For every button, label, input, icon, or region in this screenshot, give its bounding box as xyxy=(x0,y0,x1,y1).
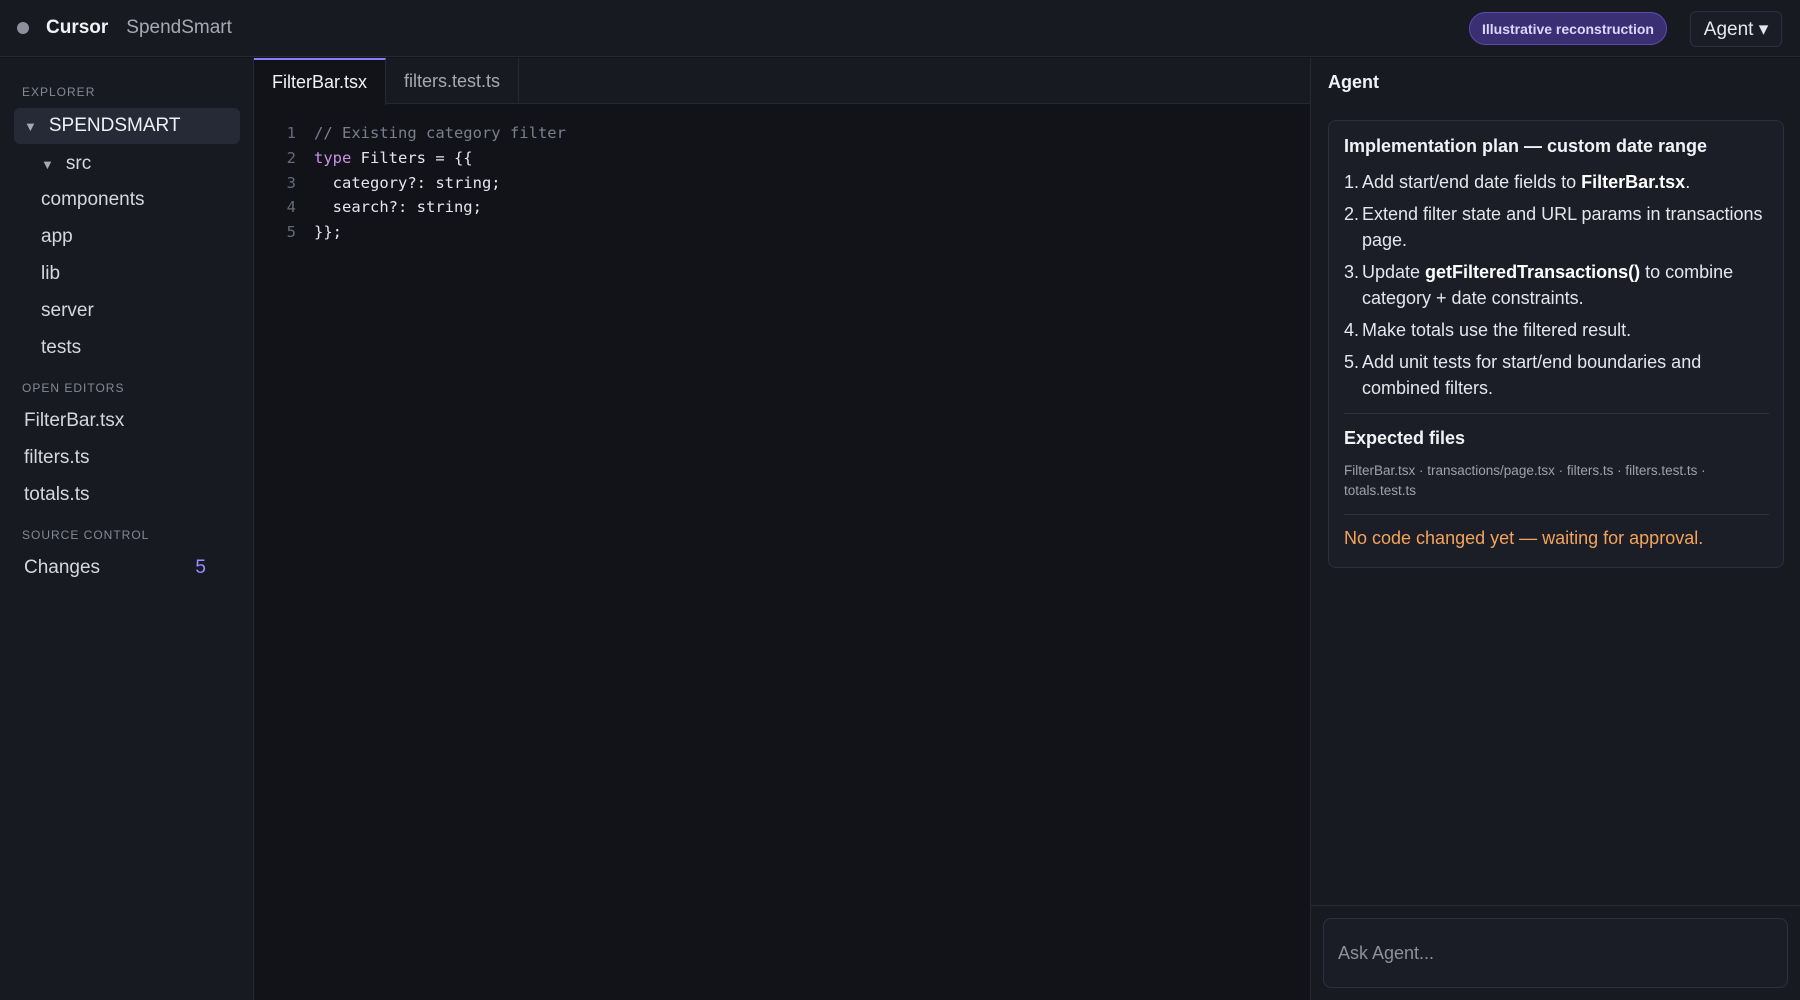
plan-title: Implementation plan — custom date range xyxy=(1344,136,1708,156)
code-line: 5 }}; xyxy=(254,220,566,245)
caret-down-icon: ▼ xyxy=(24,118,37,134)
tab-filterbar[interactable]: FilterBar.tsx xyxy=(254,58,387,105)
open-editor-filterbar[interactable]: FilterBar.tsx xyxy=(24,403,124,439)
step-number: 1. xyxy=(1344,172,1360,192)
plan-step: 3. Update getFilteredTransactions() to c… xyxy=(1344,259,1769,311)
tree-folder-app[interactable]: app xyxy=(41,219,73,255)
tree-folder-lib[interactable]: lib xyxy=(41,256,60,292)
code-line: 3 category?: string; xyxy=(254,170,566,195)
line-number: 5 xyxy=(286,223,296,242)
code-editor: FilterBar.tsx filters.test.ts 1 // Exist… xyxy=(254,58,1310,1000)
approval-status: No code changed yet — waiting for approv… xyxy=(1344,528,1704,548)
ask-agent-input[interactable] xyxy=(1323,918,1788,988)
open-editor-totals[interactable]: totals.ts xyxy=(24,477,89,513)
plan-steps: 1. Add start/end date fields to FilterBa… xyxy=(1344,169,1769,407)
code-line: 2 type Filters = {{ xyxy=(254,146,566,171)
tree-root-label: SPENDSMART xyxy=(48,115,181,136)
open-editor-filters[interactable]: filters.ts xyxy=(24,440,89,476)
code-line: 1 // Existing category filter xyxy=(254,121,566,146)
code-keyword: type xyxy=(314,149,352,168)
tab-filters-test[interactable]: filters.test.ts xyxy=(386,58,520,104)
changes-count-badge: 5 xyxy=(195,557,206,578)
app-name: Cursor xyxy=(46,17,109,38)
line-number: 4 xyxy=(286,198,296,217)
source-control-heading: SOURCE CONTROL xyxy=(22,528,150,542)
code-text: Filters = {{ xyxy=(351,149,473,168)
implementation-plan-card: Implementation plan — custom date range … xyxy=(1328,120,1784,568)
sidebar: EXPLORER ▼ SPENDSMART ▼ src components a… xyxy=(0,58,254,1000)
step-text: Add start/end date fields to xyxy=(1362,172,1582,192)
tree-folder-components[interactable]: components xyxy=(41,182,145,218)
caret-down-icon: ▼ xyxy=(41,156,54,172)
plan-step: 4. Make totals use the filtered result. xyxy=(1344,317,1769,343)
step-number: 2. xyxy=(1344,204,1360,224)
step-text: Update xyxy=(1362,262,1426,282)
agent-panel: Agent Implementation plan — custom date … xyxy=(1310,58,1800,1000)
reconstruction-badge: Illustrative reconstruction xyxy=(1469,12,1667,45)
plan-step: 2. Extend filter state and URL params in… xyxy=(1344,201,1769,253)
expected-files-title: Expected files xyxy=(1344,428,1466,448)
step-number: 4. xyxy=(1344,320,1360,340)
step-text: Add unit tests for start/end boundaries … xyxy=(1362,352,1702,398)
step-number: 5. xyxy=(1344,352,1360,372)
step-number: 3. xyxy=(1344,262,1360,282)
title-bar: Cursor SpendSmart Illustrative reconstru… xyxy=(0,0,1800,57)
divider xyxy=(1344,514,1769,515)
tree-folder-server[interactable]: server xyxy=(41,293,94,329)
code-comment: // Existing category filter xyxy=(314,124,566,143)
project-name: SpendSmart xyxy=(126,17,232,38)
code-text: search?: string; xyxy=(314,198,482,217)
code-content[interactable]: 1 // Existing category filter 2 type Fil… xyxy=(254,121,566,244)
plan-step: 5. Add unit tests for start/end boundari… xyxy=(1344,349,1769,401)
step-text-tail: . xyxy=(1685,172,1691,192)
expected-files-list: FilterBar.tsx · transactions/page.tsx · … xyxy=(1344,463,1706,498)
divider xyxy=(1344,413,1769,414)
step-bold-text: FilterBar.tsx xyxy=(1581,172,1686,192)
step-bold-text: getFilteredTransactions() xyxy=(1425,262,1641,282)
agent-mode-select[interactable]: Agent ▾ xyxy=(1690,11,1782,47)
code-text: }}; xyxy=(314,223,342,242)
tree-root-spendsmart[interactable]: ▼ SPENDSMART xyxy=(14,108,240,144)
code-line: 4 search?: string; xyxy=(254,195,566,220)
tree-folder-label: src xyxy=(65,153,92,174)
line-number: 2 xyxy=(286,149,296,168)
open-editors-heading: OPEN EDITORS xyxy=(22,381,125,395)
step-text: Make totals use the filtered result. xyxy=(1362,320,1632,340)
editor-tabs: FilterBar.tsx filters.test.ts xyxy=(254,58,1310,105)
line-number: 3 xyxy=(286,173,296,192)
tree-folder-tests[interactable]: tests xyxy=(41,330,81,366)
step-text: Extend filter state and URL params in tr… xyxy=(1362,204,1763,250)
changes-label: Changes xyxy=(24,557,101,578)
code-text: category?: string; xyxy=(314,173,501,192)
agent-panel-title: Agent xyxy=(1328,72,1379,92)
source-control-changes[interactable]: Changes 5 xyxy=(24,550,230,586)
plan-step: 1. Add start/end date fields to FilterBa… xyxy=(1344,169,1769,195)
agent-input-area xyxy=(1311,905,1800,1000)
explorer-heading: EXPLORER xyxy=(22,85,96,99)
line-number: 1 xyxy=(286,124,296,143)
tree-folder-src[interactable]: ▼ src xyxy=(41,146,91,182)
status-dot-icon xyxy=(17,22,29,34)
